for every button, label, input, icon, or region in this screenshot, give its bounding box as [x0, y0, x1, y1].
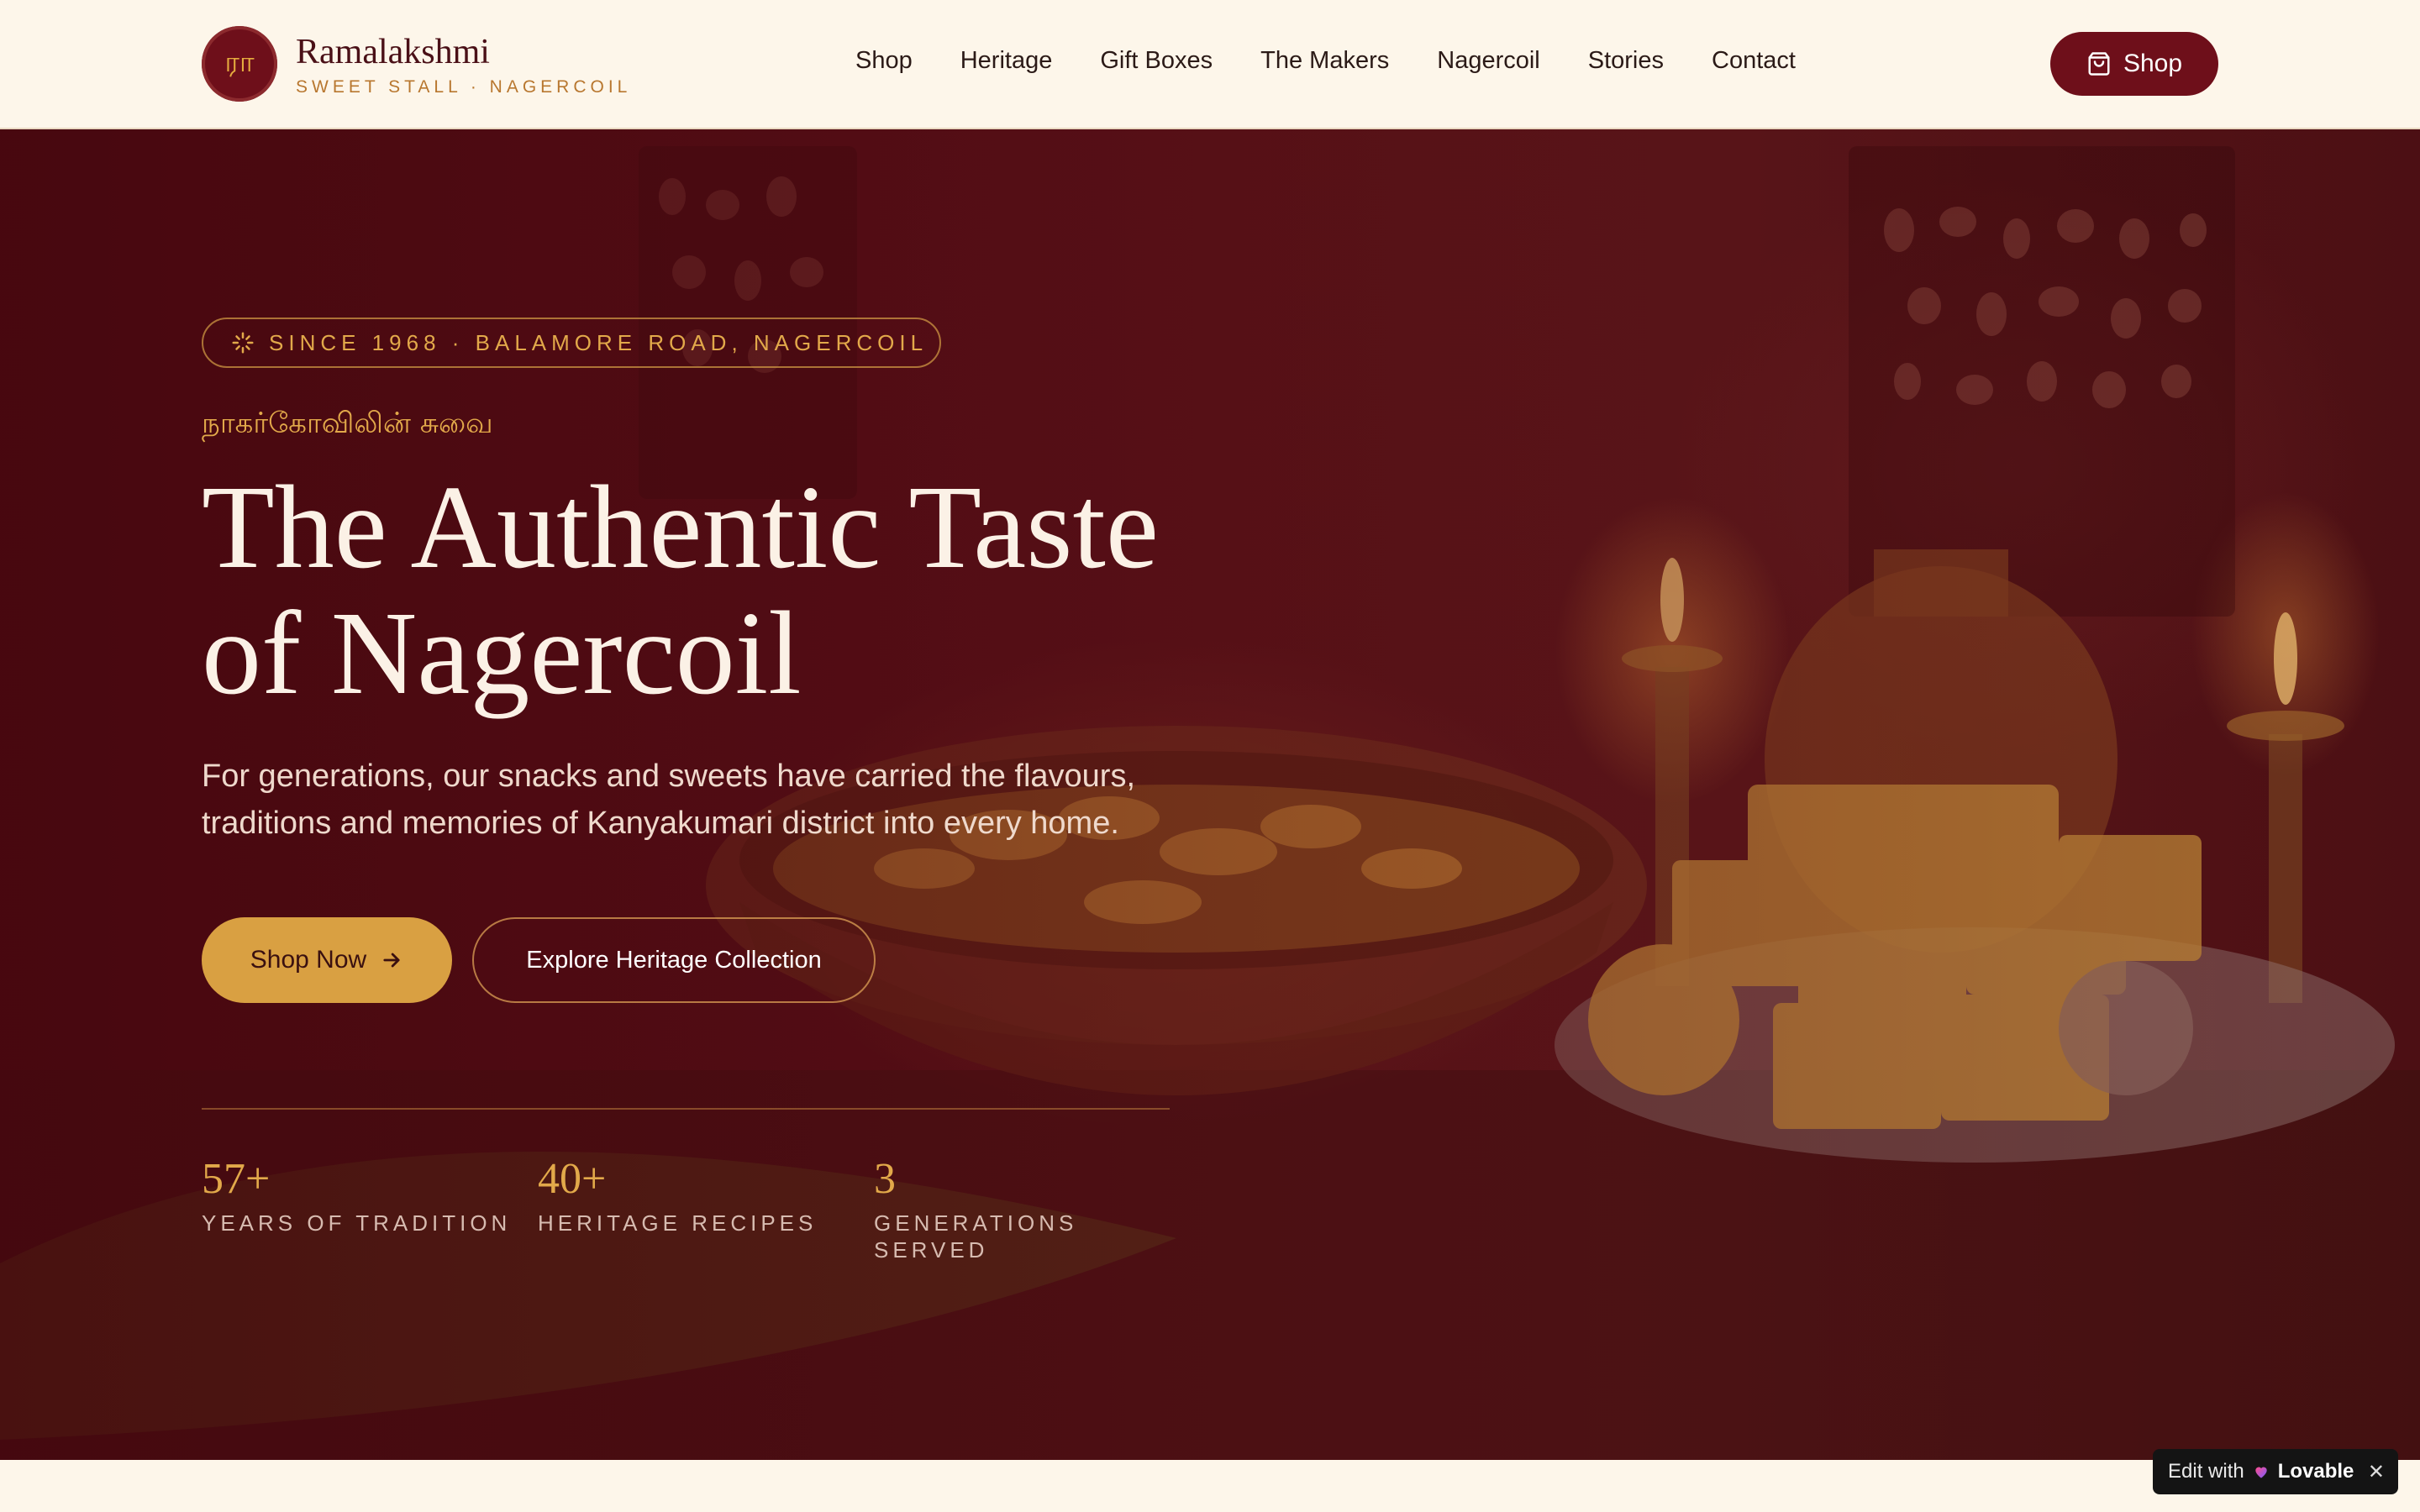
- logo-glyph: ரா: [224, 45, 255, 79]
- shop-now-button[interactable]: Shop Now: [202, 917, 452, 1003]
- tamil-subtitle: நாகர்கோவிலின் சுவை: [202, 407, 493, 440]
- nav-the-makers[interactable]: The Makers: [1260, 47, 1389, 81]
- stat-label: GENERATIONS SERVED: [874, 1210, 1078, 1263]
- header-shop-label: Shop: [2123, 50, 2183, 77]
- explore-heritage-label: Explore Heritage Collection: [526, 946, 822, 974]
- sparkle-icon: [232, 332, 254, 354]
- hero-divider: [202, 1108, 1170, 1110]
- nav-heritage[interactable]: Heritage: [960, 47, 1053, 81]
- arrow-right-icon: [383, 953, 400, 968]
- site-header: ரா Ramalakshmi SWEET STALL · NAGERCOIL S…: [0, 0, 2420, 129]
- logo-mark[interactable]: ரா: [202, 26, 277, 102]
- hero-description: For generations, our snacks and sweets h…: [202, 759, 1136, 841]
- brand-tagline: SWEET STALL · NAGERCOIL: [296, 77, 632, 97]
- explore-heritage-button[interactable]: Explore Heritage Collection: [472, 917, 876, 1003]
- stat-label: HERITAGE RECIPES: [538, 1210, 818, 1236]
- nav-nagercoil[interactable]: Nagercoil: [1437, 47, 1540, 81]
- stat-generations: 3 GENERATIONS SERVED: [874, 1154, 1126, 1263]
- main-nav: Shop Heritage Gift Boxes The Makers Nage…: [855, 47, 1796, 81]
- stat-value: 40+: [538, 1155, 607, 1203]
- shop-now-label: Shop Now: [250, 946, 367, 974]
- nav-stories[interactable]: Stories: [1588, 47, 1664, 81]
- stat-value: 57+: [202, 1155, 271, 1203]
- hero-title-line-1: The Authentic Taste: [202, 460, 1159, 593]
- lovable-brand: Lovable: [2277, 1460, 2354, 1483]
- stat-label: YEARS OF TRADITION: [202, 1210, 512, 1236]
- lovable-heart-icon: [2255, 1467, 2267, 1478]
- since-badge-text: SINCE 1968 · BALAMORE ROAD, NAGERCOIL: [269, 329, 929, 355]
- hero-section: SINCE 1968 · BALAMORE ROAD, NAGERCOIL நா…: [0, 129, 2420, 1460]
- lovable-prefix: Edit with: [2168, 1460, 2244, 1483]
- since-badge: SINCE 1968 · BALAMORE ROAD, NAGERCOIL: [202, 318, 941, 368]
- hero-title: The Authentic Taste of Nagercoil: [202, 464, 1294, 716]
- close-icon[interactable]: ✕: [2368, 1460, 2385, 1484]
- stat-value: 3: [874, 1155, 896, 1203]
- nav-contact[interactable]: Contact: [1712, 47, 1796, 81]
- header-shop-button[interactable]: Shop: [2050, 32, 2218, 96]
- hero-title-line-2: of Nagercoil: [202, 586, 802, 719]
- brand-name[interactable]: Ramalakshmi: [296, 32, 490, 72]
- edit-with-lovable-badge[interactable]: Edit with Lovable ✕: [2153, 1449, 2398, 1494]
- shopping-bag-icon: [2088, 52, 2110, 76]
- nav-gift-boxes[interactable]: Gift Boxes: [1100, 47, 1213, 81]
- stat-years: 57+ YEARS OF TRADITION: [202, 1154, 511, 1236]
- next-section-edge: [0, 1460, 2420, 1512]
- stat-recipes: 40+ HERITAGE RECIPES: [538, 1154, 817, 1236]
- nav-shop[interactable]: Shop: [855, 47, 913, 81]
